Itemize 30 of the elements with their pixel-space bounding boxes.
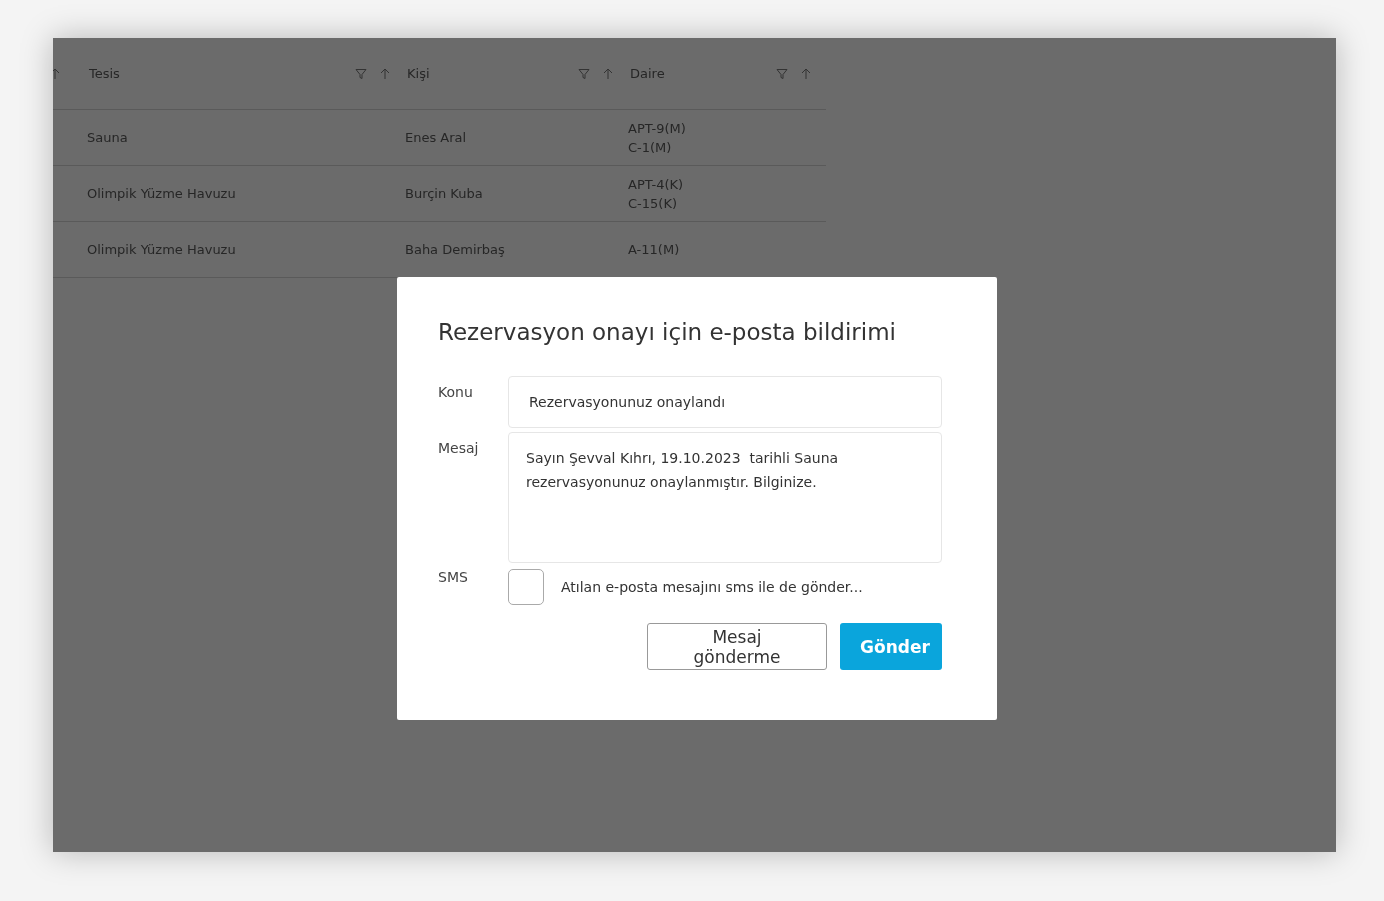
table-cell-text: APT-9(M) [628,120,687,136]
table-cell: Enes Aral [405,130,467,145]
table-cell: Baha Demirbaş [405,242,505,257]
column-header: Kişi [406,66,431,81]
cancel-button[interactable]: Mesaj gönderme [647,623,827,670]
field-label: SMS [438,569,469,585]
sort-arrow-icon[interactable] [53,67,61,80]
column-header: Daire [629,66,666,81]
table-cell: Burçin Kuba [405,186,483,201]
column-header: Tesis [88,66,121,81]
filter-icon[interactable] [355,67,367,80]
table-cell-text: A-11(M) [628,242,681,257]
field-label: Mesaj [438,439,480,456]
sort-arrow-icon[interactable] [602,67,614,80]
filter-icon[interactable] [776,67,788,80]
table-cell: Olimpik Yüzme Havuzu [87,186,236,201]
sms-checkbox[interactable] [508,569,544,605]
message-field[interactable]: Sayın Şevval Kıhrı, 19.10.2023 tarihli Sauna rezervasyonunuz onaylanmıştır. Bilginize. [508,432,942,563]
table-cell-text: C-15(K) [628,195,678,211]
table-cell: Sauna [87,130,128,145]
dialog-title: Rezervasyon onayı için e-posta bildirimi [438,319,897,345]
subject-field[interactable]: Rezervasyonunuz onaylandı [508,376,942,428]
checkbox-label: Atılan e-posta mesajını sms ile de gönder... [561,579,863,595]
field-label: Konu [438,383,474,400]
table-cell-text: APT-4(K) [628,176,685,192]
filter-icon[interactable] [578,67,590,80]
table-cell: Olimpik Yüzme Havuzu [87,242,236,257]
table-cell-text: C-1(M) [628,139,673,155]
sort-arrow-icon[interactable] [800,67,812,80]
sort-arrow-icon[interactable] [379,67,391,80]
